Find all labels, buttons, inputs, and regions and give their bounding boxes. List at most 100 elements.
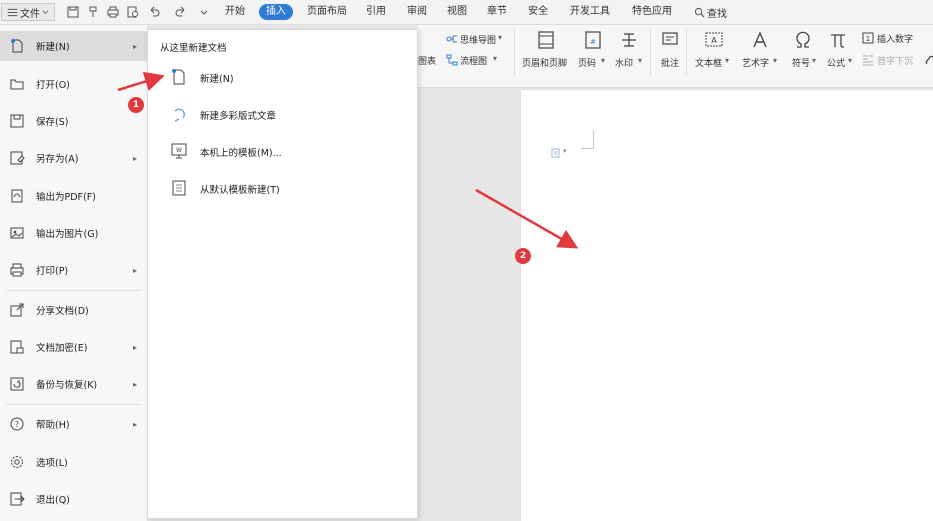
insert-number-button[interactable]: 插入数字 [877,32,913,45]
document-page[interactable]: ▾ [521,90,933,521]
default-template-icon [172,180,186,196]
menu-item-save-as[interactable]: 另存为(A) ▸ [0,143,147,173]
tab-insert[interactable]: 插入 [259,4,293,20]
format-painter-icon[interactable] [86,5,100,19]
menu-item-share[interactable]: 分享文档(D) [0,295,147,325]
comment-icon [662,32,678,45]
tab-view[interactable]: 视图 [443,4,471,20]
gear-icon [11,456,23,468]
tab-review[interactable]: 审阅 [403,4,431,20]
svg-text:?: ? [15,420,19,429]
chevron-down-icon [42,9,49,14]
tab-page-layout[interactable]: 页面布局 [303,4,351,20]
pi-formula-icon [831,34,845,48]
tab-special-apps[interactable]: 特色应用 [628,4,676,20]
svg-text:W: W [176,147,182,154]
drop-cap-button[interactable]: 首字下沉 [877,54,913,67]
local-template-icon: W [171,143,187,159]
image-icon [10,227,24,239]
redo-icon[interactable] [174,5,188,19]
watermark-dropdown-icon[interactable]: ▾ [638,56,642,65]
textbox-button[interactable]: 文本框 [695,56,722,69]
chevron-right-icon: ▸ [133,342,138,352]
paste-options-icon[interactable] [551,148,561,158]
pdf-icon [11,189,23,203]
menu-item-export-image[interactable]: 输出为图片(G) [0,218,147,248]
tab-developer[interactable]: 开发工具 [566,4,614,20]
new-file-icon [11,39,23,53]
symbol-button[interactable]: 符号 [792,56,810,69]
wordart-dropdown-icon[interactable]: ▾ [773,56,777,65]
tab-references[interactable]: 引用 [362,4,390,20]
omega-symbol-icon [796,31,810,48]
search-box[interactable]: 查找 [694,4,727,20]
submenu-item-new-blank[interactable]: 新建(N) [148,62,417,92]
save-icon[interactable] [66,5,80,19]
flowchart-button[interactable]: 流程图 [460,54,487,67]
help-icon: ? [10,417,24,431]
chevron-right-icon: ▸ [133,153,138,163]
menu-item-open[interactable]: 打开(O) [0,69,147,99]
tab-home[interactable]: 开始 [221,4,249,20]
formula-button[interactable]: 公式 [827,56,845,69]
flowchart-dropdown-icon[interactable]: ▾ [493,54,497,63]
file-menu-button[interactable]: 文件 [1,3,55,21]
insert-ribbon: 思维导图 ▾ 图表 流程图 ▾ 页眉和页脚 # 页码 ▾ 水印 ▾ 批注 A 文… [418,25,933,88]
mindmap-icon [446,35,457,43]
mindmap-button[interactable]: 思维导图 [460,33,496,46]
lock-icon [10,340,24,354]
textbox-dropdown-icon[interactable]: ▾ [725,56,729,65]
chart-button-partial[interactable]: 图表 [418,54,436,67]
submenu-item-colorful-layout[interactable]: 新建多彩版式文章 [148,99,417,129]
mindmap-dropdown-icon[interactable]: ▾ [498,33,502,42]
print-icon[interactable] [106,5,120,19]
flowchart-icon [446,54,458,66]
watermark-button[interactable]: 水印 [615,56,633,69]
menu-item-exit[interactable]: 退出(Q) [0,484,147,514]
save-icon [10,114,24,128]
menu-item-encrypt[interactable]: 文档加密(E) ▸ [0,332,147,362]
menu-item-new[interactable]: 新建(N) ▸ [0,31,147,61]
page-number-button[interactable]: 页码 [578,56,596,69]
menu-item-save[interactable]: 保存(S) [0,106,147,136]
page-number-icon: # [585,31,601,49]
backup-icon [10,377,24,391]
chevron-right-icon: ▸ [133,265,138,275]
save-as-icon [10,151,25,165]
watermark-icon [622,33,636,47]
page-number-dropdown-icon[interactable]: ▾ [601,56,605,65]
menu-divider [6,404,141,405]
drop-cap-icon [863,55,873,66]
textbox-icon: A [705,32,723,47]
svg-text:#: # [590,38,596,46]
chevron-right-icon: ▸ [133,379,138,389]
symbol-dropdown-icon[interactable]: ▾ [812,56,816,65]
search-icon [694,7,705,17]
wordart-icon [753,31,767,48]
title-toolbar: 文件 开始 插入 页面布局 引用 审阅 视图 章节 安全 开发工具 特色应用 查… [0,0,933,25]
menu-item-export-pdf[interactable]: 输出为PDF(F) [0,181,147,211]
menu-item-help[interactable]: ? 帮助(H) ▸ [0,409,147,439]
file-menu-panel: 新建(N) ▸ 打开(O) 保存(S) 另存为(A) ▸ 输出为PDF(F) 输出为… [0,25,148,521]
paste-options-dropdown-icon[interactable]: ▾ [563,147,567,155]
menu-item-print[interactable]: 打印(P) ▸ [0,255,147,285]
comment-button[interactable]: 批注 [661,56,679,69]
submenu-item-default-template[interactable]: 从默认模板新建(T) [148,173,417,203]
menu-item-options[interactable]: 选项(L) [0,447,147,477]
tab-chapter[interactable]: 章节 [483,4,511,20]
wordart-button[interactable]: 艺术字 [742,56,769,69]
tab-security[interactable]: 安全 [524,4,552,20]
print-preview-icon[interactable] [126,5,140,19]
annotation-badge-1: 1 [128,97,144,113]
svg-text:1: 1 [866,35,870,43]
svg-text:A: A [711,36,717,45]
customize-dropdown-icon[interactable] [197,5,211,19]
submenu-item-local-template[interactable]: W 本机上的模板(M)... [148,136,417,166]
exit-icon [10,492,25,506]
link-icon-partial[interactable] [924,54,933,66]
undo-icon[interactable] [147,5,161,19]
blank-document-icon [172,69,185,85]
header-footer-button[interactable]: 页眉和页脚 [522,56,567,69]
formula-dropdown-icon[interactable]: ▾ [848,56,852,65]
menu-item-backup[interactable]: 备份与恢复(K) ▸ [0,369,147,399]
